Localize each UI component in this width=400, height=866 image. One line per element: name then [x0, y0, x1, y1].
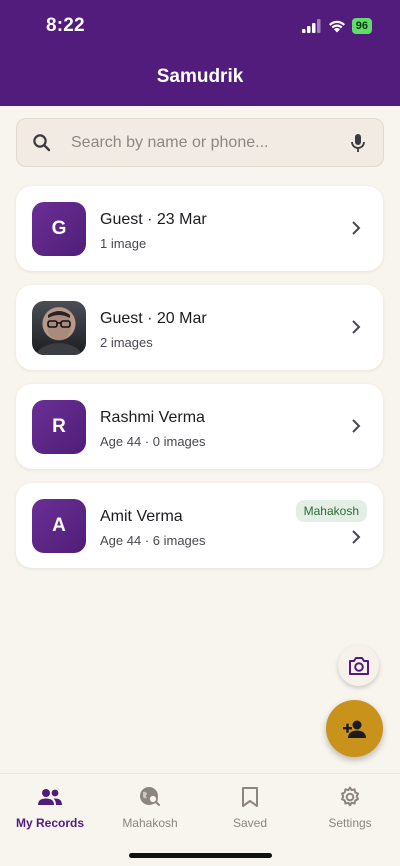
chevron-right-icon [352, 419, 361, 433]
search-input[interactable] [67, 119, 333, 166]
record-card[interactable]: Guest · 20 Mar 2 images [16, 285, 383, 370]
record-subtitle: 1 image [100, 236, 147, 251]
nav-saved[interactable]: Saved [200, 784, 300, 834]
camera-button[interactable] [338, 645, 379, 686]
signal-icon [301, 19, 321, 33]
microphone-icon[interactable] [333, 118, 383, 167]
record-subtitle: 2 images [100, 335, 153, 350]
search-icon [17, 118, 67, 167]
record-subtitle: Age 44 · 0 images [100, 434, 206, 449]
chevron-right-icon [352, 320, 361, 334]
avatar: R [32, 400, 86, 454]
record-card[interactable]: A Amit Verma Age 44 · 6 images Mahakosh [16, 483, 383, 568]
record-name: Guest · 20 Mar [100, 310, 207, 327]
gear-icon [339, 784, 361, 810]
chevron-right-icon [352, 530, 361, 544]
avatar-photo [32, 301, 86, 355]
add-person-button[interactable] [326, 700, 383, 757]
globe-search-icon [138, 784, 162, 810]
nav-settings[interactable]: Settings [300, 784, 400, 834]
bookmark-icon [241, 784, 259, 810]
record-subtitle: Age 44 · 6 images [100, 533, 206, 548]
mahakosh-badge: Mahakosh [295, 500, 367, 522]
nav-mahakosh[interactable]: Mahakosh [100, 784, 200, 834]
wifi-icon [328, 20, 345, 33]
battery-indicator: 96 [351, 18, 372, 34]
app-header: 8:22 96 Samudrik [0, 0, 400, 106]
nav-my-records[interactable]: My Records [0, 784, 100, 834]
nav-label: Mahakosh [122, 816, 178, 830]
search-bar[interactable] [16, 118, 384, 167]
home-indicator [129, 853, 272, 858]
nav-label: Settings [328, 816, 372, 830]
status-bar: 8:22 96 [0, 0, 400, 54]
status-time: 8:22 [46, 15, 85, 36]
chevron-right-icon [352, 221, 361, 235]
people-icon [37, 784, 63, 810]
page-title: Samudrik [156, 66, 244, 87]
record-card[interactable]: R Rashmi Verma Age 44 · 0 images [16, 384, 383, 469]
avatar: G [32, 202, 86, 256]
record-name: Rashmi Verma [100, 409, 205, 426]
status-icons: 96 [301, 18, 372, 34]
camera-icon [348, 656, 369, 675]
person-add-icon [342, 720, 366, 738]
nav-label: Saved [232, 816, 268, 830]
record-card[interactable]: G Guest · 23 Mar 1 image [16, 186, 383, 271]
nav-label: My Records [15, 816, 85, 830]
record-name: Guest · 23 Mar [100, 211, 207, 228]
record-name: Amit Verma [100, 508, 183, 525]
avatar: A [32, 499, 86, 553]
